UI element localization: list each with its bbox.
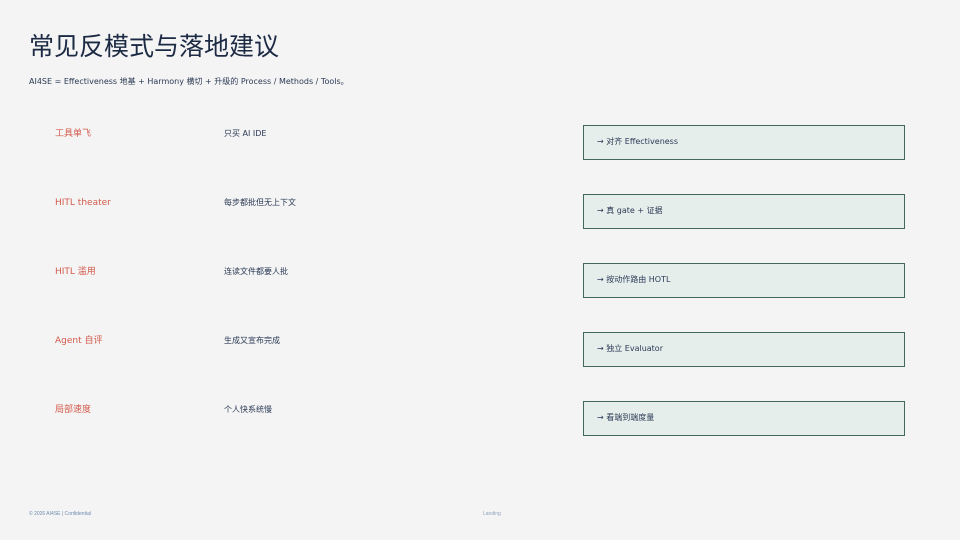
symptom-text: 连读文件都要人批 <box>224 267 288 276</box>
recommendation-text: → 看端到端度量 <box>597 413 655 422</box>
anti-pattern-row: Agent 自评 生成又宣布完成 → 独立 Evaluator <box>0 332 960 372</box>
recommendation-text: → 对齐 Effectiveness <box>597 137 679 146</box>
anti-pattern-row: 工具单飞 只买 AI IDE → 对齐 Effectiveness <box>0 125 960 165</box>
recommendation-box: → 真 gate + 证据 <box>583 194 905 229</box>
anti-pattern-label: HITL 滥用 <box>55 267 96 277</box>
recommendation-text: → 真 gate + 证据 <box>597 206 663 215</box>
symptom-text: 只买 AI IDE <box>224 129 267 138</box>
recommendation-text: → 按动作路由 HOTL <box>597 275 671 284</box>
recommendation-box: → 按动作路由 HOTL <box>583 263 905 298</box>
recommendation-box: → 独立 Evaluator <box>583 332 905 367</box>
footer-section-label: Landing <box>483 511 501 517</box>
anti-pattern-label: 局部速度 <box>55 405 92 415</box>
page-title: 常见反模式与落地建议 <box>29 32 280 61</box>
anti-pattern-label: Agent 自评 <box>55 336 103 346</box>
anti-pattern-row: 局部速度 个人快系统慢 → 看端到端度量 <box>0 401 960 441</box>
anti-pattern-label: HITL theater <box>55 198 111 208</box>
anti-pattern-row: HITL 滥用 连读文件都要人批 → 按动作路由 HOTL <box>0 263 960 303</box>
anti-pattern-label: 工具单飞 <box>55 129 92 139</box>
recommendation-box: → 看端到端度量 <box>583 401 905 436</box>
footer-copyright: © 2026 AI4SE | Confidential <box>29 511 91 517</box>
symptom-text: 每步都批但无上下文 <box>224 198 296 207</box>
anti-pattern-row: HITL theater 每步都批但无上下文 → 真 gate + 证据 <box>0 194 960 234</box>
symptom-text: 个人快系统慢 <box>224 405 272 414</box>
recommendation-text: → 独立 Evaluator <box>597 344 663 353</box>
recommendation-box: → 对齐 Effectiveness <box>583 125 905 160</box>
symptom-text: 生成又宣布完成 <box>224 336 280 345</box>
page-subtitle: AI4SE = Effectiveness 地基 + Harmony 横切 + … <box>29 77 349 86</box>
